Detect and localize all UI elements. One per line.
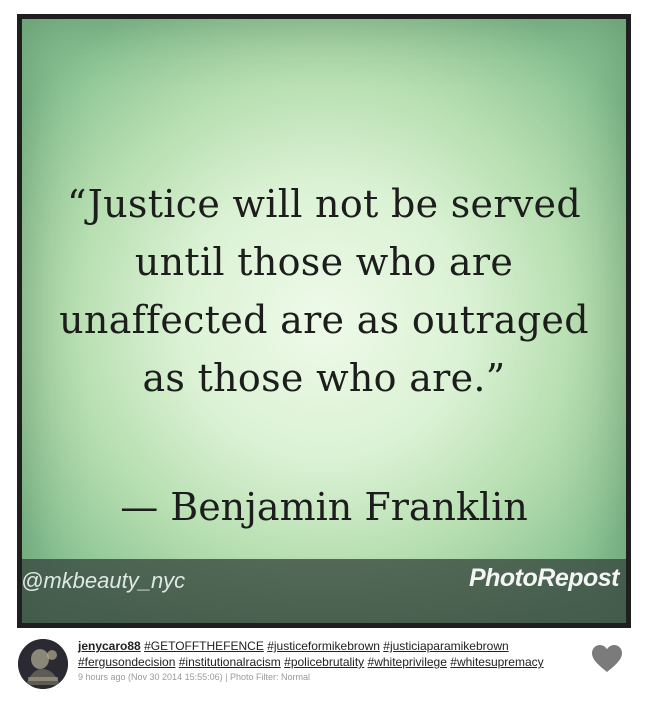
quote-line: until those who are: [134, 240, 514, 284]
post-photo[interactable]: “Justice will not be served until those …: [22, 19, 626, 623]
user-avatar-icon: [18, 639, 68, 689]
quote-line: as those who are.”: [142, 356, 506, 400]
quote-author: — Benjamin Franklin: [120, 485, 528, 529]
hashtag-link[interactable]: #whitesupremacy: [450, 655, 543, 669]
avatar[interactable]: [18, 639, 68, 689]
photorepost-watermark: PhotoRepost: [468, 564, 620, 592]
post-card: “Justice will not be served until those …: [0, 0, 649, 711]
quote-text: “Justice will not be served until those …: [22, 175, 626, 407]
hashtag-link[interactable]: #GETOFFTHEFENCE: [144, 639, 264, 653]
hashtag-link[interactable]: #institutionalracism: [179, 655, 281, 669]
heart-icon: [592, 645, 622, 672]
post-caption: jenycaro88 #GETOFFTHEFENCE #justiceformi…: [78, 638, 583, 670]
post-timestamp: 9 hours ago (Nov 30 2014 15:55:06) | Pho…: [78, 672, 310, 682]
hashtag-link[interactable]: #whiteprivilege: [368, 655, 447, 669]
like-button[interactable]: [591, 644, 623, 674]
hashtag-link[interactable]: #justiciaparamikebrown: [383, 639, 508, 653]
hashtag-link[interactable]: #policebrutality: [284, 655, 364, 669]
photo-frame: “Justice will not be served until those …: [17, 14, 631, 628]
hashtag-link[interactable]: #fergusondecision: [78, 655, 175, 669]
hashtag-link[interactable]: #justiceformikebrown: [267, 639, 380, 653]
quote-line: “Justice will not be served: [67, 182, 581, 226]
username-link[interactable]: jenycaro88: [78, 639, 141, 653]
photo-handle: @mkbeauty_nyc: [21, 568, 186, 593]
post-meta: jenycaro88 #GETOFFTHEFENCE #justiceformi…: [0, 628, 649, 711]
quote-line: unaffected are as outraged: [59, 298, 589, 342]
